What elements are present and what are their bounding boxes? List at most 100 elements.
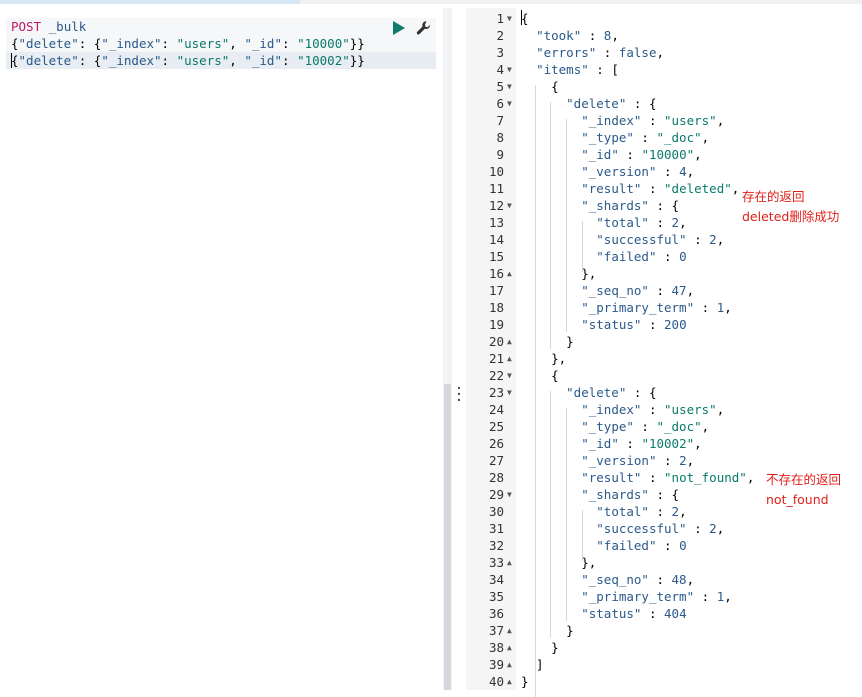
response-code: "failed" : 0 (596, 538, 687, 553)
fold-collapse-icon[interactable]: ▼ (507, 95, 515, 112)
request-editor[interactable]: POST _bulk {"delete": {"_index": "users"… (6, 8, 436, 690)
response-line: 38 ▲ } (466, 639, 862, 656)
response-code: ] (521, 657, 544, 672)
annotation-not-found: 不存在的返回 not_found (766, 470, 841, 510)
line-number: 15 (488, 249, 504, 264)
active-tab-indicator (0, 0, 300, 4)
line-number: 38 (488, 640, 504, 655)
indent-guide (582, 221, 583, 272)
fold-expand-icon[interactable]: ▲ (507, 673, 515, 690)
line-number: 29 (488, 487, 504, 502)
response-line: 24 "_index" : "users", (466, 401, 862, 418)
indent-guide (566, 119, 567, 332)
response-code: "delete" : { (566, 385, 657, 400)
response-line: 4 ▼ "items" : [ (466, 61, 862, 78)
pane-splitter[interactable] (443, 8, 452, 690)
response-line: 10 "_version" : 4, (466, 163, 862, 180)
response-line: 5 ▼ { (466, 78, 862, 95)
line-number: 2 (496, 28, 504, 43)
line-number: 9 (496, 147, 504, 162)
response-line: 34 "_seq_no" : 48, (466, 571, 862, 588)
response-line: 31 "successful" : 2, (466, 520, 862, 537)
request-body-line: {"delete": {"_index": "users", "_id": "1… (11, 53, 365, 68)
annotation-deleted-line1: 存在的返回 (742, 189, 805, 204)
response-line: 8 "_type" : "_doc", (466, 129, 862, 146)
response-code: "_shards" : { (581, 487, 680, 502)
request-endpoint: _bulk (48, 19, 87, 34)
response-code: "result" : "not_found", (581, 470, 755, 485)
line-number: 20 (488, 334, 504, 349)
response-line: 40 ▲} (466, 673, 862, 690)
line-number: 12 (488, 198, 504, 213)
response-code: { (521, 11, 529, 26)
response-code: "successful" : 2, (596, 232, 725, 247)
line-number: 23 (488, 385, 504, 400)
request-line-3[interactable]: {"delete": {"_index": "users", "_id": "1… (6, 52, 436, 69)
play-icon[interactable] (392, 21, 406, 35)
line-number: 36 (488, 606, 504, 621)
line-number: 5 (496, 79, 504, 94)
response-line: 35 "_primary_term" : 1, (466, 588, 862, 605)
response-code: "total" : 2, (596, 215, 687, 230)
response-code: } (521, 674, 529, 689)
response-line: 3 "errors" : false, (466, 44, 862, 61)
response-line: 9 "_id" : "10000", (466, 146, 862, 163)
fold-expand-icon[interactable]: ▲ (507, 333, 515, 350)
fold-expand-icon[interactable]: ▲ (507, 622, 515, 639)
line-number: 10 (488, 164, 504, 179)
line-number: 3 (496, 45, 504, 60)
fold-expand-icon[interactable]: ▲ (507, 265, 515, 282)
request-line-1[interactable]: POST _bulk (6, 18, 436, 35)
response-code: } (521, 334, 574, 349)
request-body-line: {"delete": {"_index": "users", "_id": "1… (11, 36, 365, 51)
response-code: "delete" : { (566, 96, 657, 111)
request-line-2[interactable]: {"delete": {"_index": "users", "_id": "1… (6, 35, 436, 52)
line-number: 27 (488, 453, 504, 468)
splitter-handle-icon[interactable]: · · · (454, 382, 464, 408)
response-line: 2 "took" : 8, (466, 27, 862, 44)
fold-collapse-icon[interactable]: ▼ (507, 197, 515, 214)
request-method: POST (11, 19, 42, 34)
fold-expand-icon[interactable]: ▲ (507, 656, 515, 673)
response-line: 7 "_index" : "users", (466, 112, 862, 129)
response-line: 37 ▲ } (466, 622, 862, 639)
response-line: 18 "_primary_term" : 1, (466, 299, 862, 316)
response-code: "_version" : 2, (581, 453, 695, 468)
response-line: 20 ▲ } (466, 333, 862, 350)
fold-expand-icon[interactable]: ▲ (507, 350, 515, 367)
fold-collapse-icon[interactable]: ▼ (507, 61, 515, 78)
response-viewer[interactable]: 1 ▼{2 "took" : 8, 3 "errors" : false, 4 ▼ "i… (466, 8, 862, 697)
indent-guide (582, 510, 583, 561)
fold-collapse-icon[interactable]: ▼ (507, 384, 515, 401)
fold-collapse-icon[interactable]: ▼ (507, 78, 515, 95)
response-line: 14 "successful" : 2, (466, 231, 862, 248)
response-code: { (521, 368, 559, 383)
response-line: 19 "status" : 200 (466, 316, 862, 333)
response-code: "_version" : 4, (581, 164, 695, 179)
response-code: "_id" : "10002", (581, 436, 702, 451)
response-line: 1 ▼ { (466, 10, 862, 27)
response-line: 26 "_id" : "10002", (466, 435, 862, 452)
line-number: 30 (488, 504, 504, 519)
fold-expand-icon[interactable]: ▲ (507, 554, 515, 571)
annotation-not-found-line1: 不存在的返回 (766, 472, 842, 487)
line-number: 11 (488, 181, 504, 196)
wrench-icon[interactable] (416, 20, 432, 36)
annotation-deleted: 存在的返回 deleted删除成功 (742, 187, 839, 227)
top-strip (0, 0, 862, 4)
response-code: "_primary_term" : 1, (581, 300, 732, 315)
line-number: 35 (488, 589, 504, 604)
fold-collapse-icon[interactable]: ▼ (507, 486, 515, 503)
response-line: 32 "failed" : 0 (466, 537, 862, 554)
fold-expand-icon[interactable]: ▲ (507, 639, 515, 656)
line-number: 13 (488, 215, 504, 230)
fold-collapse-icon[interactable]: ▼ (507, 10, 515, 27)
line-number: 25 (488, 419, 504, 434)
fold-collapse-icon[interactable]: ▼ (507, 367, 515, 384)
line-number: 21 (488, 351, 504, 366)
line-number: 18 (488, 300, 504, 315)
splitter-grip[interactable] (444, 384, 451, 690)
response-line: 33 ▲ }, (466, 554, 862, 571)
line-number: 1 (496, 11, 504, 26)
line-number: 40 (488, 674, 504, 689)
